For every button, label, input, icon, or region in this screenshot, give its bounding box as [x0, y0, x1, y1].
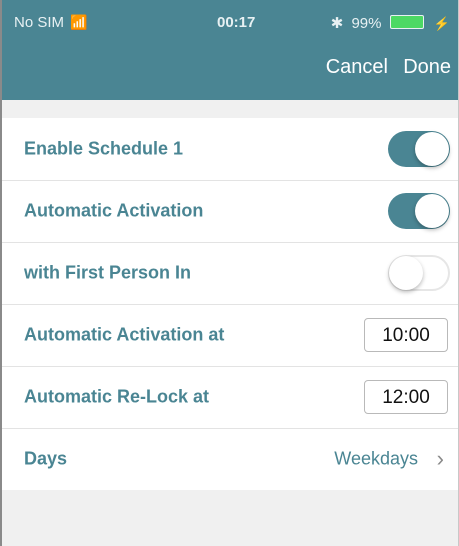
row-automatic-activation: Automatic Activation [2, 180, 458, 243]
row-label: Enable Schedule 1 [24, 138, 184, 159]
activation-time-field[interactable]: 10:00 [364, 318, 448, 352]
chevron-right-icon: › [436, 446, 444, 471]
first-person-in-toggle[interactable] [388, 255, 450, 291]
battery-percent: 99% [351, 15, 382, 32]
header-bar: No SIM 📶 00:17 ✱ 99% ⚡ Cancel Done [2, 0, 458, 100]
empty-footer [2, 490, 458, 546]
charging-icon: ⚡ [433, 16, 450, 31]
carrier-status: No SIM 📶 [14, 14, 87, 31]
relock-time-field[interactable]: 12:00 [364, 380, 448, 414]
clock: 00:17 [217, 14, 256, 31]
row-days[interactable]: Days Weekdays › [2, 428, 458, 490]
battery-icon [389, 15, 424, 29]
row-label: Automatic Re-Lock at [24, 386, 210, 407]
enable-schedule-toggle[interactable] [388, 131, 450, 167]
row-label: with First Person In [24, 262, 192, 283]
carrier-label: No SIM [14, 14, 65, 31]
section-spacer [2, 100, 458, 118]
toggle-knob [415, 132, 449, 166]
settings-list: Enable Schedule 1 Automatic Activation w… [2, 118, 458, 490]
status-bar: No SIM 📶 00:17 ✱ 99% ⚡ [2, 0, 458, 32]
toggle-knob [389, 256, 423, 290]
row-activation-time: Automatic Activation at 10:00 [2, 304, 458, 367]
done-button[interactable]: Done [403, 56, 451, 79]
row-label: Automatic Activation at [24, 324, 225, 345]
bluetooth-icon: ✱ [330, 15, 344, 32]
row-relock-time: Automatic Re-Lock at 12:00 [2, 366, 458, 429]
row-label: Automatic Activation [24, 200, 204, 221]
days-value: Weekdays [334, 448, 418, 469]
status-right: ✱ 99% ⚡ [331, 14, 450, 32]
row-first-person-in: with First Person In [2, 242, 458, 305]
cancel-button[interactable]: Cancel [326, 56, 388, 79]
row-enable-schedule: Enable Schedule 1 [2, 118, 458, 181]
automatic-activation-toggle[interactable] [388, 193, 450, 229]
schedule-screen: No SIM 📶 00:17 ✱ 99% ⚡ Cancel Done Enable… [0, 0, 459, 546]
toggle-knob [415, 194, 449, 228]
wifi-icon: 📶 [70, 14, 88, 30]
row-label: Days [24, 448, 68, 469]
